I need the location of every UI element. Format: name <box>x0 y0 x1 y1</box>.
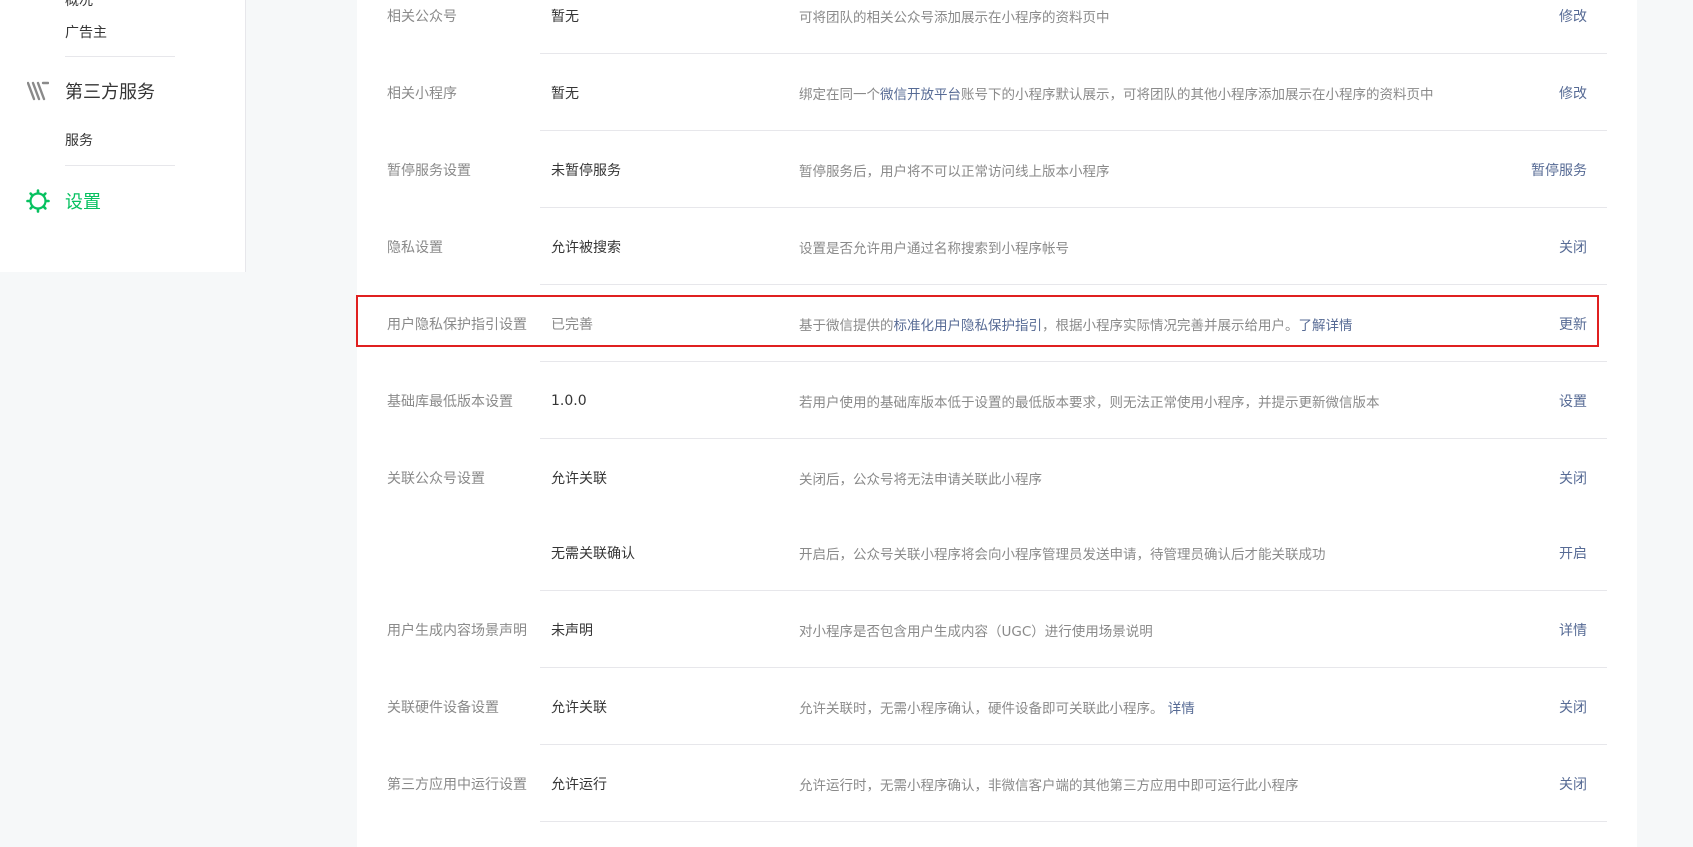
row-label: 用户生成内容场景声明 <box>387 622 527 639</box>
sidebar-item-overview[interactable]: 概况 <box>65 0 93 10</box>
third-party-icon <box>26 79 50 103</box>
settings-row-ugc-declaration: 用户生成内容场景声明 未声明 对小程序是否包含用户生成内容（UGC）进行使用场景… <box>357 591 1607 668</box>
row-label: 关联硬件设备设置 <box>387 699 499 716</box>
sidebar-group-settings[interactable]: 设置 <box>26 188 101 214</box>
settings-row-related-mini-programs: 相关小程序 暂无 绑定在同一个微信开放平台账号下的小程序默认展示，可将团队的其他… <box>357 54 1607 131</box>
settings-row-hardware-device: 关联硬件设备设置 允许关联 允许关联时，无需小程序确认，硬件设备即可关联此小程序… <box>357 668 1607 745</box>
settings-row-third-party-app: 第三方应用中运行设置 允许运行 允许运行时，无需小程序确认，非微信客户端的其他第… <box>357 745 1607 822</box>
row-description: 允许关联时，无需小程序确认，硬件设备即可关联此小程序。 详情 <box>799 697 1195 717</box>
row-value: 允许运行 <box>551 776 607 793</box>
row-description: 绑定在同一个微信开放平台账号下的小程序默认展示，可将团队的其他小程序添加展示在小… <box>799 83 1434 103</box>
row-description: 可将团队的相关公众号添加展示在小程序的资料页中 <box>799 9 1110 26</box>
row-description: 若用户使用的基础库版本低于设置的最低版本要求，则无法正常使用小程序，并提示更新微… <box>799 394 1380 411</box>
row-label: 相关小程序 <box>387 85 457 102</box>
close-button[interactable]: 关闭 <box>1559 774 1587 794</box>
settings-row-min-lib-version: 基础库最低版本设置 1.0.0 若用户使用的基础库版本低于设置的最低版本要求，则… <box>357 362 1607 439</box>
row-value: 允许关联 <box>551 470 607 487</box>
settings-row-link-confirmation: 无需关联确认 开启后，公众号关联小程序将会向小程序管理员发送申请，待管理员确认后… <box>357 514 1607 591</box>
row-value: 允许被搜索 <box>551 239 621 256</box>
close-button[interactable]: 关闭 <box>1559 237 1587 257</box>
settings-row-linked-official-account: 关联公众号设置 允许关联 关闭后，公众号将无法申请关联此小程序 关闭 <box>357 439 1607 516</box>
row-description: 设置是否允许用户通过名称搜索到小程序帐号 <box>799 240 1069 257</box>
modify-button[interactable]: 修改 <box>1559 83 1587 103</box>
sidebar-group-label: 设置 <box>65 192 101 213</box>
row-description: 关闭后，公众号将无法申请关联此小程序 <box>799 471 1042 488</box>
row-value: 暂无 <box>551 8 579 25</box>
sidebar: 概况 广告主 第三方服务 服务 设置 <box>0 0 246 272</box>
open-platform-link[interactable]: 微信开放平台 <box>880 87 961 103</box>
row-description: 暂停服务后，用户将不可以正常访问线上版本小程序 <box>799 163 1110 180</box>
sidebar-group-third-party[interactable]: 第三方服务 <box>26 78 155 104</box>
row-description: 对小程序是否包含用户生成内容（UGC）进行使用场景说明 <box>799 623 1153 640</box>
row-divider <box>540 821 1607 822</box>
details-link[interactable]: 详情 <box>1168 701 1195 717</box>
settings-panel: 相关公众号 暂无 可将团队的相关公众号添加展示在小程序的资料页中 修改 相关小程… <box>357 0 1637 847</box>
settings-row-related-official-accounts: 相关公众号 暂无 可将团队的相关公众号添加展示在小程序的资料页中 修改 <box>357 0 1607 54</box>
row-label: 基础库最低版本设置 <box>387 393 513 410</box>
row-label: 暂停服务设置 <box>387 162 471 179</box>
close-button[interactable]: 关闭 <box>1559 468 1587 488</box>
sidebar-divider <box>65 56 175 57</box>
highlight-box <box>356 295 1599 347</box>
settings-row-privacy: 隐私设置 允许被搜索 设置是否允许用户通过名称搜索到小程序帐号 关闭 <box>357 208 1607 285</box>
description-text: 账号下的小程序默认展示，可将团队的其他小程序添加展示在小程序的资料页中 <box>961 86 1434 103</box>
enable-button[interactable]: 开启 <box>1559 543 1587 563</box>
sidebar-divider <box>65 165 175 166</box>
row-value: 1.0.0 <box>551 392 587 409</box>
row-description: 允许运行时，无需小程序确认，非微信客户端的其他第三方应用中即可运行此小程序 <box>799 777 1299 794</box>
row-description: 开启后，公众号关联小程序将会向小程序管理员发送申请，待管理员确认后才能关联成功 <box>799 546 1326 563</box>
gear-icon <box>26 189 50 213</box>
description-text: 允许关联时，无需小程序确认，硬件设备即可关联此小程序。 <box>799 700 1168 717</box>
row-value: 未声明 <box>551 622 593 639</box>
sidebar-group-label: 第三方服务 <box>65 82 155 103</box>
modify-button[interactable]: 修改 <box>1559 6 1587 26</box>
settings-row-pause-service: 暂停服务设置 未暂停服务 暂停服务后，用户将不可以正常访问线上版本小程序 暂停服… <box>357 131 1607 208</box>
close-button[interactable]: 关闭 <box>1559 697 1587 717</box>
row-value: 无需关联确认 <box>551 545 635 562</box>
row-value: 暂无 <box>551 85 579 102</box>
sidebar-item-advertiser[interactable]: 广告主 <box>65 22 107 42</box>
row-label: 隐私设置 <box>387 239 443 256</box>
row-value: 允许关联 <box>551 699 607 716</box>
row-label: 相关公众号 <box>387 8 457 25</box>
row-label: 关联公众号设置 <box>387 470 485 487</box>
sidebar-item-service[interactable]: 服务 <box>65 130 93 150</box>
details-button[interactable]: 详情 <box>1559 620 1587 640</box>
row-value: 未暂停服务 <box>551 162 621 179</box>
set-button[interactable]: 设置 <box>1559 391 1587 411</box>
row-label: 第三方应用中运行设置 <box>387 776 527 793</box>
pause-service-button[interactable]: 暂停服务 <box>1531 160 1587 180</box>
description-text: 绑定在同一个 <box>799 86 880 103</box>
